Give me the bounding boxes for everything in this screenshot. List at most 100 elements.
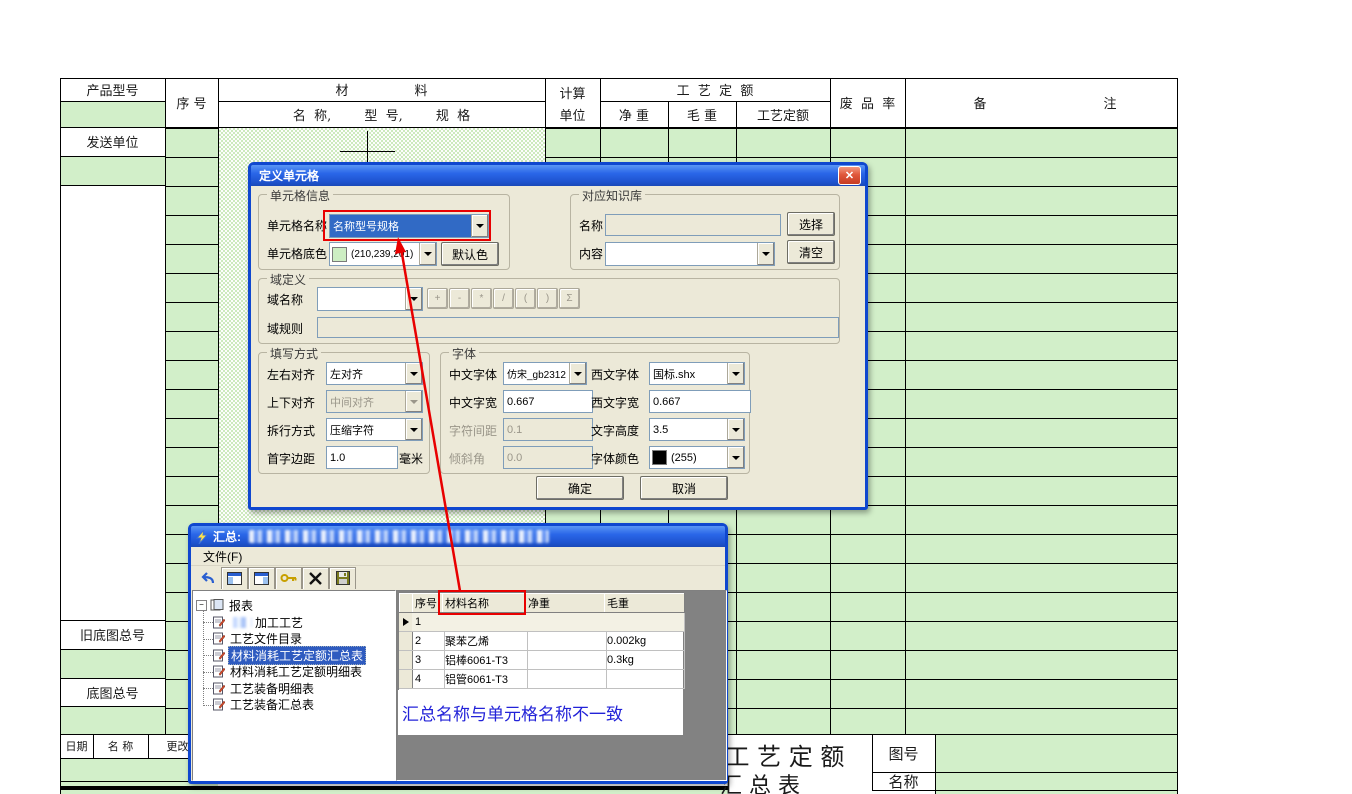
domain-name-combobox[interactable]: [317, 287, 423, 311]
grid-cell: 4: [412, 670, 445, 689]
cell-send-unit: 发送单位: [60, 127, 165, 156]
tree-item-label: 工艺装备汇总表: [228, 696, 316, 713]
knowledge-content-label: 内容: [579, 245, 603, 262]
close-icon[interactable]: ✕: [838, 166, 861, 185]
chevron-down-icon[interactable]: [727, 447, 744, 468]
text-height-label: 文字高度: [591, 422, 639, 439]
tree-collapse-icon[interactable]: −: [196, 600, 207, 611]
west-font-combobox[interactable]: 国标.shx: [649, 362, 745, 385]
cell-name-label: 单元格名称: [267, 217, 327, 234]
cn-font-label: 中文字体: [449, 366, 497, 383]
knowledge-content-combobox[interactable]: [605, 242, 775, 266]
halign-label: 左右对齐: [267, 366, 315, 383]
annotation-text: 汇总名称与单元格名称不一致: [398, 700, 623, 725]
west-width-input[interactable]: 0.667: [649, 390, 751, 413]
chevron-down-icon[interactable]: [727, 419, 744, 440]
tree-root[interactable]: − 报表: [196, 597, 255, 613]
font-color-combobox[interactable]: (255): [649, 446, 745, 469]
redacted-title-text: [249, 530, 549, 543]
save-icon[interactable]: [329, 567, 356, 590]
form-cell: [61, 102, 165, 127]
grid-cell: [442, 613, 528, 632]
panel-left-icon[interactable]: [221, 567, 248, 590]
text-height-combobox[interactable]: 3.5: [649, 418, 745, 441]
west-font-value: 国标.shx: [650, 363, 727, 384]
dialog-titlebar[interactable]: 定义单元格 ✕: [251, 165, 865, 186]
operator-button: /: [493, 288, 514, 309]
col-net-weight: 净 重: [600, 101, 668, 127]
valign-combobox: 中间对齐: [326, 390, 423, 413]
select-button[interactable]: 选择: [787, 212, 835, 236]
menu-file[interactable]: 文件(F): [199, 548, 246, 565]
grid-cell: [525, 651, 607, 670]
report-doc-icon: [213, 649, 225, 662]
col-serial: 序 号: [165, 78, 218, 127]
col-calc-unit-2: 单位: [545, 104, 600, 124]
grid-cell: 2: [412, 632, 445, 651]
report-doc-icon: [213, 632, 225, 645]
grid-cell: 铝管6061-T3: [442, 670, 528, 689]
operator-button: (: [515, 288, 536, 309]
ok-button[interactable]: 确定: [536, 476, 624, 500]
tree-item[interactable]: 材料消耗工艺定额明细表: [213, 664, 364, 680]
chevron-down-icon[interactable]: [405, 288, 422, 310]
cn-width-input[interactable]: 0.667: [503, 390, 593, 413]
cell-date: 日期: [60, 734, 93, 758]
text-height-value: 3.5: [650, 419, 727, 440]
panel-right-icon[interactable]: [248, 567, 275, 590]
screen: 产品型号 序 号 材 料 名 称, 型 号, 规 格 计算 单位 工 艺 定 额…: [0, 0, 1352, 794]
grid-corner: [399, 593, 413, 613]
wrap-value: 压缩字符: [327, 419, 405, 440]
tree-item[interactable]: 材料消耗工艺定额汇总表: [213, 647, 366, 663]
delete-icon[interactable]: [302, 567, 329, 590]
summary-titlebar[interactable]: 汇总:: [191, 526, 725, 547]
tree-item[interactable]: 加工工艺: [213, 614, 305, 630]
cell-color-combobox[interactable]: (210,239,201): [329, 242, 437, 266]
tree-item[interactable]: 工艺装备汇总表: [213, 697, 316, 713]
col-gross-weight: 毛 重: [668, 101, 736, 127]
report-doc-icon: [213, 698, 225, 711]
chevron-down-icon[interactable]: [405, 419, 422, 440]
form-cell: [61, 650, 165, 678]
cn-font-value: 仿宋_gb2312: [504, 363, 569, 384]
tree-item[interactable]: 工艺文件目录: [213, 631, 304, 647]
cn-font-combobox[interactable]: 仿宋_gb2312: [503, 362, 587, 385]
default-color-button[interactable]: 默认色: [441, 242, 499, 266]
chevron-down-icon[interactable]: [757, 243, 774, 265]
wrap-combobox[interactable]: 压缩字符: [326, 418, 423, 441]
cell-old-base-no: 旧底图总号: [60, 620, 165, 649]
tree-item[interactable]: 工艺装备明细表: [213, 680, 316, 696]
clear-button[interactable]: 清空: [787, 240, 835, 264]
margin-unit-label: 毫米: [399, 450, 423, 467]
form-cell: [61, 790, 728, 794]
reports-folder-icon: [210, 599, 224, 611]
summary-data-panel: 序号材料名称净重毛重12聚苯乙烯0.002kg3铝棒6061-T30.3kg4铝…: [396, 590, 727, 781]
chevron-down-icon[interactable]: [419, 243, 436, 265]
tree-item-label: 加工工艺: [253, 614, 305, 631]
chevron-down-icon[interactable]: [569, 363, 586, 384]
chevron-down-icon[interactable]: [405, 363, 422, 384]
angle-input: 0.0: [503, 446, 593, 469]
operator-button: +: [427, 288, 448, 309]
knowledge-name-input[interactable]: [605, 214, 781, 236]
cell-color-label: 单元格底色: [267, 245, 327, 262]
grid-row-selector[interactable]: [399, 613, 413, 632]
grid-row-selector[interactable]: [399, 670, 413, 689]
group-font: 字体 中文字体 仿宋_gb2312 西文字体 国标.shx 中文字宽 0.667…: [440, 352, 750, 474]
tree-item-label: 材料消耗工艺定额明细表: [228, 663, 364, 680]
back-icon[interactable]: [194, 567, 221, 590]
summary-title: 汇总:: [213, 528, 241, 545]
grid-row-selector[interactable]: [399, 651, 413, 670]
chevron-down-icon[interactable]: [727, 363, 744, 384]
group-knowledge: 对应知识库 名称 选择 内容 清空: [570, 194, 840, 270]
chevron-down-icon: [405, 391, 422, 412]
cancel-button[interactable]: 取消: [640, 476, 728, 500]
domain-rule-input[interactable]: [317, 317, 839, 338]
margin-input[interactable]: 1.0: [326, 446, 398, 469]
highlight-cell-name: [323, 210, 491, 241]
font-color-swatch: [652, 450, 667, 465]
grid-row-selector[interactable]: [399, 632, 413, 651]
halign-combobox[interactable]: 左对齐: [326, 362, 423, 385]
summary-menubar: 文件(F): [191, 547, 725, 566]
key-icon[interactable]: [275, 567, 302, 590]
